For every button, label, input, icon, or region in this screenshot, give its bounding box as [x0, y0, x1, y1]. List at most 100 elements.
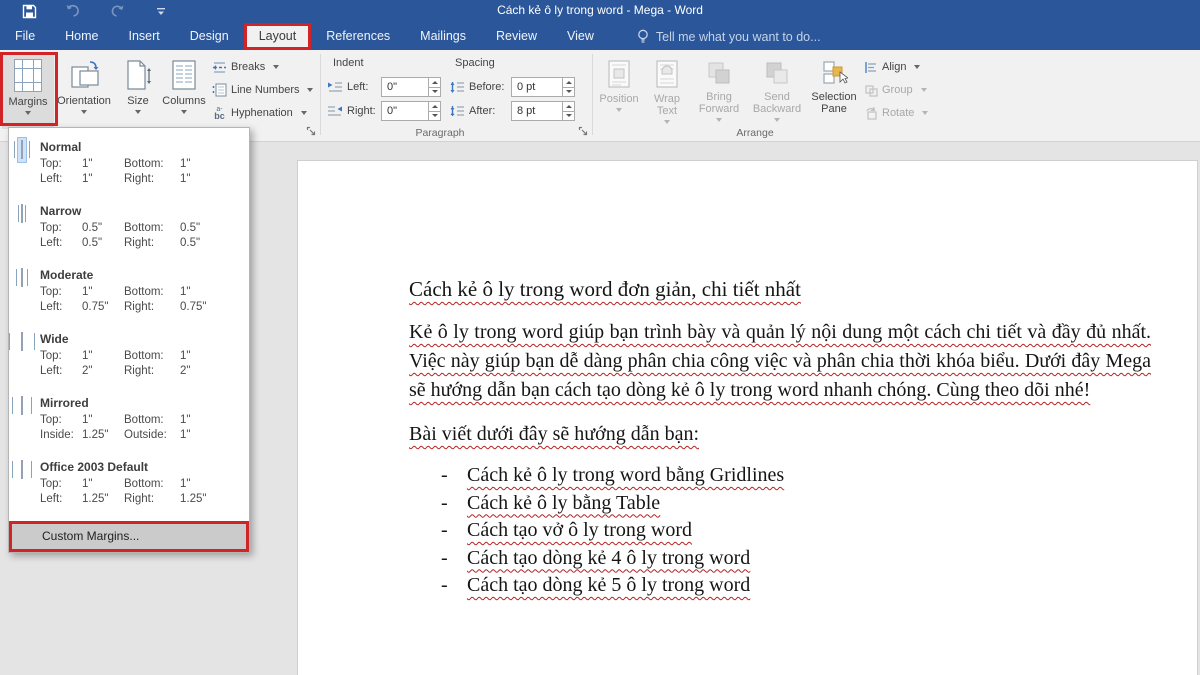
indent-right-input[interactable]: 0": [381, 101, 441, 121]
margin-preset-item[interactable]: Mirrored Top: 1" Bottom: 1" Inside: 1.25…: [9, 389, 249, 453]
spin-up-icon[interactable]: [429, 102, 440, 111]
spin-up-icon[interactable]: [429, 78, 440, 87]
indent-left-input[interactable]: 0": [381, 77, 441, 97]
columns-button[interactable]: Columns: [158, 53, 210, 129]
preset-right-value: 1.25": [180, 492, 206, 507]
dash-bullet: -: [441, 490, 467, 518]
tab-mailings[interactable]: Mailings: [405, 23, 481, 50]
chevron-down-icon: [273, 65, 279, 69]
tab-file[interactable]: File: [0, 23, 50, 50]
spin-up-icon[interactable]: [563, 78, 574, 87]
doc-list-item: - Cách kẻ ô ly trong word bằng Gridlines: [441, 462, 1151, 490]
wrap-text-icon: [654, 59, 680, 89]
preset-left-label: Left:: [40, 172, 82, 187]
orientation-button[interactable]: Orientation: [58, 53, 110, 129]
hyphenation-button[interactable]: a-bc Hyphenation: [212, 103, 307, 123]
spacing-before-value[interactable]: 0 pt: [512, 78, 562, 96]
selection-pane-label: Selection Pane: [809, 91, 859, 115]
spin-up-icon[interactable]: [563, 102, 574, 111]
spacing-before-input[interactable]: 0 pt: [511, 77, 575, 97]
doc-list-item-text: Cách tạo dòng kẻ 4 ô ly trong word: [467, 545, 750, 573]
doc-list-item: - Cách tạo dòng kẻ 4 ô ly trong word: [441, 545, 1151, 573]
preset-right-value: 2": [180, 364, 190, 379]
margins-icon: [14, 59, 42, 92]
selection-pane-button[interactable]: Selection Pane: [808, 53, 860, 129]
bring-forward-button[interactable]: Bring Forward: [692, 53, 746, 129]
group-button[interactable]: Group: [864, 80, 927, 100]
indent-right-icon: [327, 105, 343, 117]
chevron-down-icon: [135, 110, 141, 114]
margin-preset-item[interactable]: Wide Top: 1" Bottom: 1" Left: 2" Right: …: [9, 325, 249, 389]
undo-icon[interactable]: [64, 2, 82, 20]
chevron-down-icon: [716, 118, 722, 122]
dash-bullet: -: [441, 517, 467, 545]
hyphenation-icon: a-bc: [212, 107, 227, 119]
line-numbers-button[interactable]: Line Numbers: [212, 80, 313, 100]
margin-preset-icon: [17, 393, 27, 419]
custom-margins-item[interactable]: Custom Margins...: [9, 521, 249, 552]
wrap-text-button[interactable]: Wrap Text: [644, 53, 690, 129]
spacing-after-input[interactable]: 8 pt: [511, 101, 575, 121]
spacing-after-value[interactable]: 8 pt: [512, 102, 562, 120]
margin-preset-name: Wide: [40, 332, 69, 346]
group-icon: [864, 84, 878, 97]
tell-me-box[interactable]: Tell me what you want to do...: [637, 29, 821, 50]
margin-preset-name: Office 2003 Default: [40, 460, 148, 474]
preset-top-value: 1": [82, 349, 124, 364]
rotate-button[interactable]: Rotate: [864, 103, 928, 123]
spin-down-icon[interactable]: [563, 111, 574, 121]
align-button[interactable]: Align: [864, 57, 920, 77]
chevron-down-icon: [307, 88, 313, 92]
indent-heading: Indent: [333, 57, 364, 69]
preset-top-label: Top:: [40, 221, 82, 236]
margins-button[interactable]: Margins: [2, 53, 54, 129]
rotate-label: Rotate: [882, 107, 914, 119]
wrap-text-label: Wrap Text: [649, 93, 685, 117]
preset-bottom-value: 1": [180, 285, 206, 300]
preset-right-label: Right:: [124, 300, 180, 315]
ribbon-tabs: FileHomeInsertDesignLayoutReferencesMail…: [0, 22, 609, 50]
preset-left-label: Left:: [40, 236, 82, 251]
tab-home[interactable]: Home: [50, 23, 113, 50]
spin-down-icon[interactable]: [563, 87, 574, 97]
indent-left-value[interactable]: 0": [382, 78, 428, 96]
preset-top-value: 1": [82, 477, 124, 492]
margin-preset-item[interactable]: Normal Top: 1" Bottom: 1" Left: 1" Right…: [9, 133, 249, 197]
document-page[interactable]: Cách kẻ ô ly trong word đơn giản, chi ti…: [297, 160, 1198, 675]
position-icon: [606, 59, 632, 89]
size-icon: [123, 59, 153, 91]
spin-down-icon[interactable]: [429, 111, 440, 121]
tab-layout[interactable]: Layout: [244, 23, 312, 50]
preset-left-value: 2": [82, 364, 124, 379]
tab-insert[interactable]: Insert: [114, 23, 175, 50]
breaks-button[interactable]: Breaks: [212, 57, 279, 77]
send-backward-icon: [763, 59, 791, 87]
paragraph-dialog-launcher[interactable]: [578, 126, 590, 138]
chevron-down-icon: [774, 118, 780, 122]
chevron-down-icon: [301, 111, 307, 115]
arrange-group-label: Arrange: [700, 127, 810, 139]
tab-design[interactable]: Design: [175, 23, 244, 50]
margin-preset-item[interactable]: Moderate Top: 1" Bottom: 1" Left: 0.75" …: [9, 261, 249, 325]
indent-right-value[interactable]: 0": [382, 102, 428, 120]
size-button[interactable]: Size: [112, 53, 164, 129]
position-label: Position: [599, 93, 638, 105]
tab-review[interactable]: Review: [481, 23, 552, 50]
page-setup-dialog-launcher[interactable]: [306, 126, 318, 138]
save-icon[interactable]: [20, 2, 38, 20]
customize-qat-icon[interactable]: [152, 2, 170, 20]
redo-icon[interactable]: [108, 2, 126, 20]
position-button[interactable]: Position: [596, 53, 642, 129]
tab-view[interactable]: View: [552, 23, 609, 50]
preset-bottom-label: Bottom:: [124, 349, 180, 364]
align-label: Align: [882, 61, 906, 73]
tab-references[interactable]: References: [311, 23, 405, 50]
doc-list-item: - Cách kẻ ô ly bằng Table: [441, 490, 1151, 518]
margin-preset-item[interactable]: Narrow Top: 0.5" Bottom: 0.5" Left: 0.5"…: [9, 197, 249, 261]
send-backward-button[interactable]: Send Backward: [748, 53, 806, 129]
spin-down-icon[interactable]: [429, 87, 440, 97]
margin-preset-item[interactable]: Office 2003 Default Top: 1" Bottom: 1" L…: [9, 453, 249, 517]
preset-bottom-label: Bottom:: [124, 285, 180, 300]
margin-preset-icon: [17, 201, 27, 227]
dash-bullet: -: [441, 545, 467, 573]
